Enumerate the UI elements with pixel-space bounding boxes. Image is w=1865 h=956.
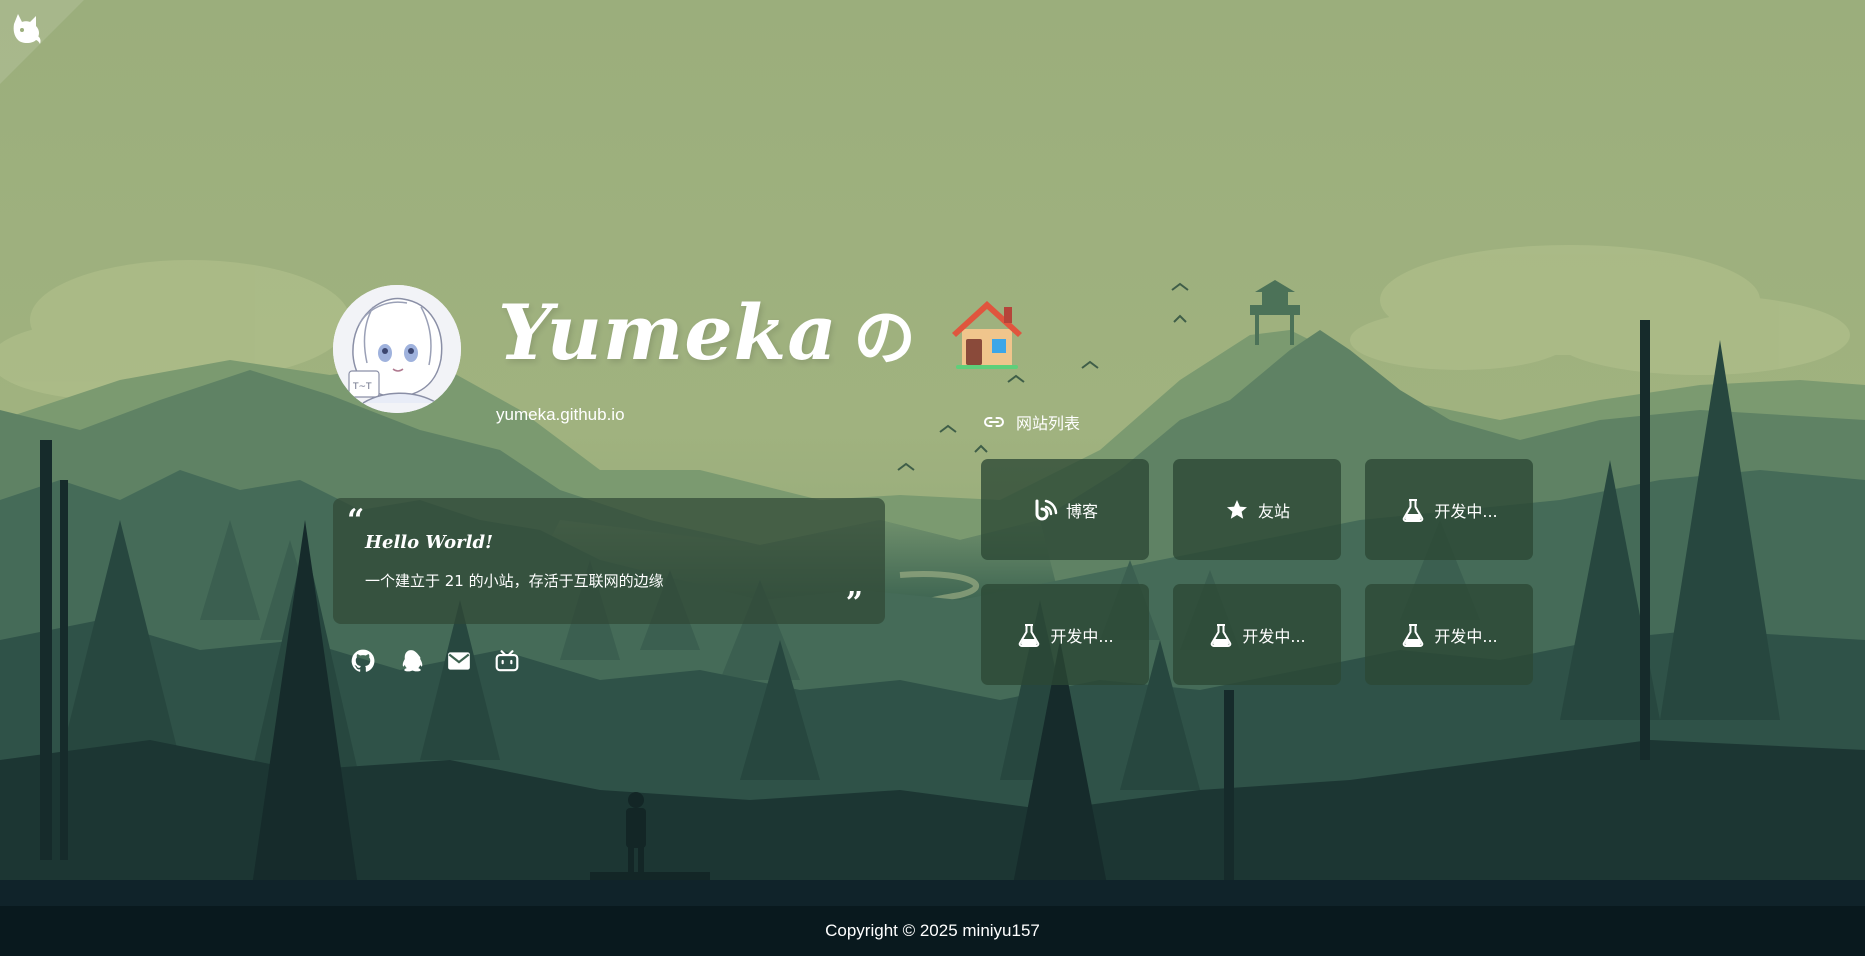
flask-icon bbox=[1403, 498, 1424, 522]
quote-text: 一个建立于 21 的小站，存活于互联网的边缘 bbox=[365, 572, 664, 590]
footer-copyright: Copyright © 2025 miniyu157 bbox=[825, 921, 1040, 940]
site-card-wip-3[interactable]: 开发中... bbox=[1173, 584, 1341, 685]
qq-icon[interactable] bbox=[398, 648, 424, 674]
email-icon[interactable] bbox=[446, 648, 472, 674]
quote-title: Hello World! bbox=[365, 532, 493, 553]
site-card-wip-4[interactable]: 开发中... bbox=[1365, 584, 1533, 685]
footer: Copyright © 2025 miniyu157 bbox=[0, 906, 1865, 956]
site-list-title: 网站列表 bbox=[1016, 414, 1081, 433]
star-icon bbox=[1226, 499, 1247, 519]
site-title-name: Yumeka bbox=[498, 287, 838, 377]
svg-text:T~T: T~T bbox=[352, 382, 372, 392]
landscape-background bbox=[0, 0, 1865, 956]
house-emoji-icon bbox=[951, 301, 1022, 369]
link-icon bbox=[984, 417, 1004, 427]
corner-logo[interactable] bbox=[0, 0, 84, 84]
flask-icon bbox=[1211, 623, 1232, 647]
site-card-blog[interactable]: 博客 bbox=[981, 459, 1149, 560]
site-card-label: 友站 bbox=[1257, 501, 1290, 521]
flask-icon bbox=[1403, 623, 1424, 647]
social-links bbox=[350, 648, 520, 674]
anime-avatar-illustration: T~T bbox=[333, 285, 461, 413]
quote-open-mark: “ bbox=[347, 503, 365, 538]
site-card-label: 开发中... bbox=[1242, 626, 1306, 646]
quote-close-mark: ” bbox=[845, 586, 863, 621]
site-card-wip-2[interactable]: 开发中... bbox=[981, 584, 1149, 685]
site-card-wip-1[interactable]: 开发中... bbox=[1365, 459, 1533, 560]
site-card-label: 开发中... bbox=[1434, 626, 1498, 646]
avatar[interactable]: T~T bbox=[333, 285, 461, 413]
bilibili-icon[interactable] bbox=[494, 648, 520, 674]
site-card-label: 开发中... bbox=[1050, 626, 1114, 646]
quote-card: “ Hello World! 一个建立于 21 的小站，存活于互联网的边缘 ” bbox=[333, 498, 885, 624]
site-card-friends[interactable]: 友站 bbox=[1173, 459, 1341, 560]
site-list-header: 网站列表 bbox=[982, 410, 1080, 434]
flask-icon bbox=[1019, 623, 1040, 647]
github-icon[interactable] bbox=[350, 648, 376, 674]
site-title-possessive: の bbox=[853, 301, 916, 374]
site-card-label: 开发中... bbox=[1434, 501, 1498, 521]
site-url[interactable]: yumeka.github.io bbox=[496, 405, 625, 425]
fox-logo-icon bbox=[13, 14, 41, 44]
blog-icon bbox=[1035, 499, 1058, 520]
site-title: Yumeka の bbox=[498, 282, 1026, 382]
site-card-grid: 博客 友站 开发中... 开发中... 开发中... 开发中... bbox=[981, 459, 1533, 685]
site-card-label: 博客 bbox=[1065, 501, 1098, 521]
